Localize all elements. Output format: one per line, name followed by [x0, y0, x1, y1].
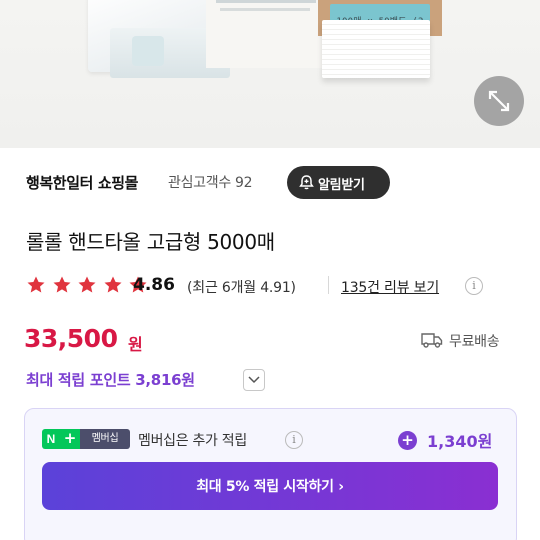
product-title: 롤롤 핸드타올 고급형 5000매	[26, 230, 275, 254]
shipping-label: 무료배송	[449, 334, 500, 350]
npay-n-logo: N	[42, 429, 60, 449]
start-membership-label: 최대 5% 적립 시작하기 ›	[196, 479, 344, 495]
bell-plus-icon	[299, 175, 314, 190]
npay-membership-badge: N + 멤버십	[42, 429, 130, 449]
chevron-down-icon	[248, 376, 260, 384]
price-amount: 33,500	[24, 324, 118, 353]
expand-image-button[interactable]	[474, 76, 524, 126]
seller-name[interactable]: 행복한일터 쇼핑몰	[26, 172, 138, 193]
truck-icon	[421, 333, 443, 348]
npay-plus-logo: +	[60, 429, 80, 449]
info-icon[interactable]: i	[465, 277, 483, 295]
reviews-link[interactable]: 135건 리뷰 보기	[341, 277, 439, 297]
plus-circle-icon: +	[398, 431, 417, 450]
product-box-center	[206, 0, 324, 68]
alarm-subscribe-button[interactable]: 알림받기	[287, 166, 390, 199]
star-icon	[27, 276, 45, 293]
rating-divider	[328, 276, 329, 294]
towel-stack	[322, 20, 430, 78]
rating-score: 4.86	[133, 275, 175, 295]
seller-fans-count: 관심고객수 92	[168, 175, 253, 191]
rating-recent: (최근 6개월 4.91)	[187, 280, 296, 296]
membership-bonus-points: 1,340원	[427, 432, 493, 451]
star-icon	[78, 276, 96, 293]
info-icon[interactable]: i	[285, 431, 303, 449]
product-image[interactable]: 100매 x 50밴드 (2겹)	[0, 0, 540, 148]
product-detail-page: 100매 x 50밴드 (2겹) 행복한일터 쇼핑몰 관심고객수 92 알림받기…	[0, 0, 540, 540]
rating-stars	[26, 275, 149, 295]
alarm-subscribe-label: 알림받기	[318, 178, 365, 193]
max-points: 최대 적립 포인트 3,816원	[26, 371, 195, 389]
points-expand-button[interactable]	[243, 369, 265, 391]
membership-badge-label: 멤버십	[80, 429, 130, 449]
star-icon	[53, 276, 71, 293]
price-unit: 원	[128, 335, 143, 354]
expand-icon	[488, 90, 510, 112]
membership-extra-text: 멤버십은 추가 적립	[138, 433, 247, 449]
start-membership-button[interactable]: 최대 5% 적립 시작하기 ›	[42, 462, 498, 510]
star-icon	[104, 276, 122, 293]
